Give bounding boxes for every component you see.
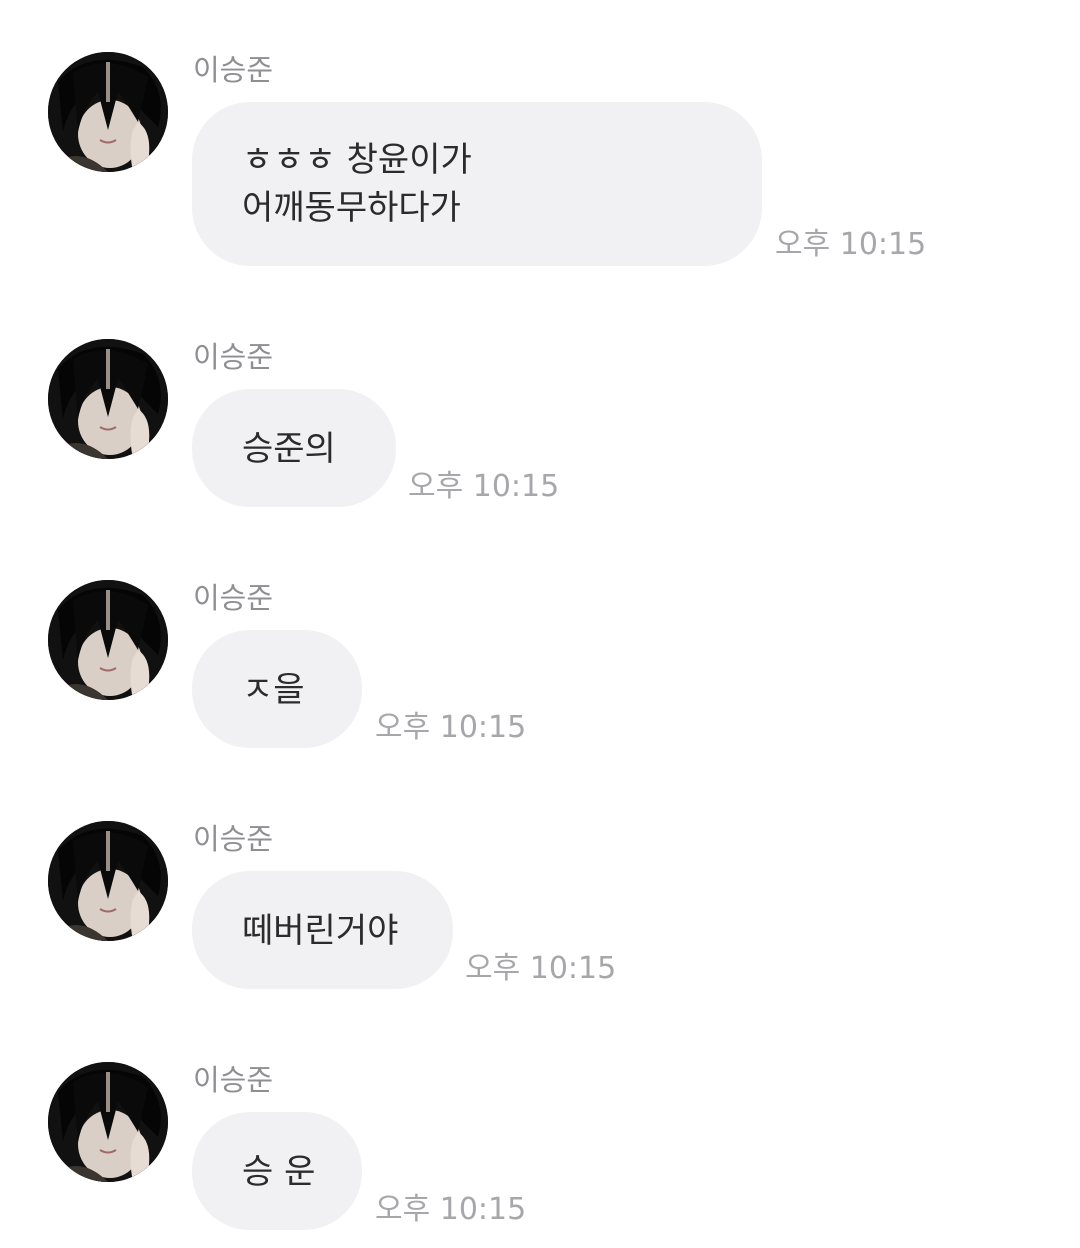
sender-name: 이승준 — [193, 1063, 274, 1097]
sender-name: 이승준 — [193, 822, 274, 856]
message-text: ㅎㅎㅎ 창윤이가 — [242, 140, 472, 180]
sender-name: 이승준 — [193, 53, 274, 87]
message-text: 떼버린거야 — [242, 911, 399, 951]
sender-avatar[interactable] — [48, 52, 168, 172]
sender-name: 이승준 — [193, 581, 274, 615]
message-timestamp: 오후 10:15 — [375, 1192, 527, 1227]
message-text: ㅈ을 — [242, 670, 305, 710]
sender-avatar[interactable] — [48, 339, 168, 459]
message-bubble[interactable]: 승준의 — [192, 389, 396, 507]
message-bubble[interactable]: 떼버린거야 — [192, 871, 453, 989]
sender-avatar[interactable] — [48, 1062, 168, 1182]
message-timestamp: 오후 10:15 — [465, 951, 617, 986]
message-bubble[interactable]: ㅎㅎㅎ 창윤이가 어깨동무하다가 — [192, 102, 762, 266]
message-text: 승 운 — [242, 1152, 316, 1192]
message-text: 어깨동무하다가 — [242, 188, 461, 228]
message-timestamp: 오후 10:15 — [408, 469, 560, 504]
message-bubble[interactable]: ㅈ을 — [192, 630, 362, 748]
sender-name: 이승준 — [193, 340, 274, 374]
sender-avatar[interactable] — [48, 821, 168, 941]
sender-avatar[interactable] — [48, 580, 168, 700]
message-text: 승준의 — [242, 429, 336, 469]
message-timestamp: 오후 10:15 — [775, 227, 927, 262]
message-bubble[interactable]: 승 운 — [192, 1112, 362, 1230]
message-timestamp: 오후 10:15 — [375, 710, 527, 745]
